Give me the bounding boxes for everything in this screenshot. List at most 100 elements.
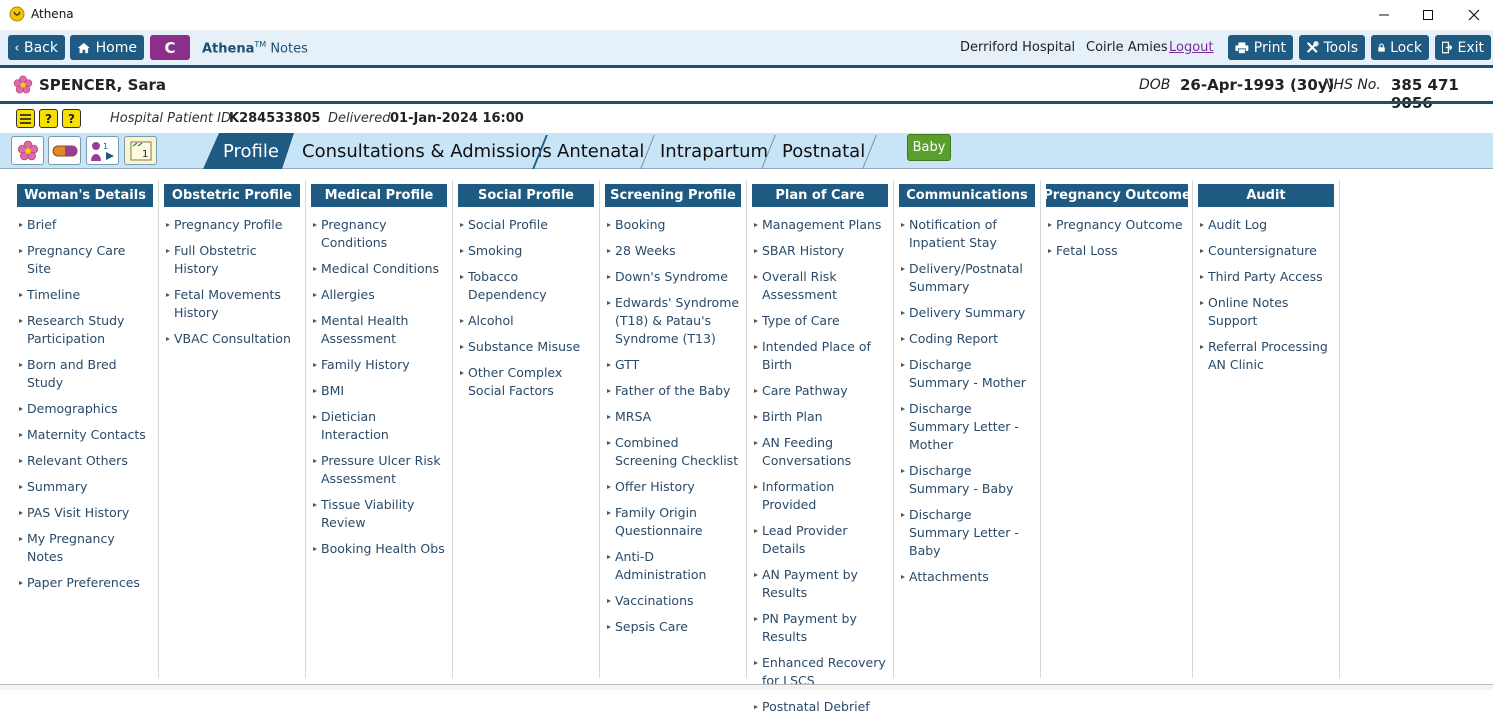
back-button[interactable]: Back (8, 35, 65, 60)
menu-item-link[interactable]: Pressure Ulcer Risk Assessment (311, 452, 447, 488)
menu-item-link[interactable]: Overall Risk Assessment (752, 268, 888, 304)
menu-item-link[interactable]: Coding Report (899, 330, 1035, 348)
menu-item-link[interactable]: GTT (605, 356, 741, 374)
menu-item-link[interactable]: Born and Bred Study (17, 356, 153, 392)
menu-item-link[interactable]: Third Party Access (1198, 268, 1334, 286)
menu-item-link[interactable]: Discharge Summary Letter - Mother (899, 400, 1035, 454)
menu-item-link[interactable]: Sepsis Care (605, 618, 741, 636)
exit-button[interactable]: Exit (1435, 35, 1491, 60)
tab-antenatal[interactable]: Antenatal (557, 133, 644, 169)
menu-item-link[interactable]: BMI (311, 382, 447, 400)
woman-profile-icon[interactable] (11, 136, 44, 165)
menu-item-link[interactable]: Edwards' Syndrome (T18) & Patau's Syndro… (605, 294, 741, 348)
menu-item-link[interactable]: Audit Log (1198, 216, 1334, 234)
tab-consultations-admissions[interactable]: Consultations & Admissions (302, 133, 552, 169)
menu-item-link[interactable]: Other Complex Social Factors (458, 364, 594, 400)
menu-item-link[interactable]: Allergies (311, 286, 447, 304)
menu-item-link[interactable]: Intended Place of Birth (752, 338, 888, 374)
menu-item-link[interactable]: Offer History (605, 478, 741, 496)
menu-item-link[interactable]: Notification of Inpatient Stay (899, 216, 1035, 252)
menu-item-link[interactable]: Delivery/Postnatal Summary (899, 260, 1035, 296)
menu-item-link[interactable]: Father of the Baby (605, 382, 741, 400)
menu-item-link[interactable]: Discharge Summary - Mother (899, 356, 1035, 392)
print-button[interactable]: Print (1228, 35, 1293, 60)
logout-link[interactable]: Logout (1169, 40, 1214, 55)
menu-item-link[interactable]: Pregnancy Conditions (311, 216, 447, 252)
tools-button[interactable]: Tools (1299, 35, 1365, 60)
notes-icon[interactable]: 1 (124, 136, 157, 165)
menu-item-link[interactable]: My Pregnancy Notes (17, 530, 153, 566)
menu-item-link[interactable]: Research Study Participation (17, 312, 153, 348)
menu-item-link[interactable]: Anti-D Administration (605, 548, 741, 584)
menu-item-link[interactable]: MRSA (605, 408, 741, 426)
menu-item-link[interactable]: Combined Screening Checklist (605, 434, 741, 470)
menu-item-link[interactable]: Discharge Summary - Baby (899, 462, 1035, 498)
menu-item-link[interactable]: Countersignature (1198, 242, 1334, 260)
menu-item-link[interactable]: Delivery Summary (899, 304, 1035, 322)
menu-item-link[interactable]: Lead Provider Details (752, 522, 888, 558)
menu-item-link[interactable]: Vaccinations (605, 592, 741, 610)
menu-item-link[interactable]: Booking (605, 216, 741, 234)
menu-item-link[interactable]: Care Pathway (752, 382, 888, 400)
help-icon[interactable]: ? (39, 109, 58, 128)
menu-item-link[interactable]: Summary (17, 478, 153, 496)
menu-item-link[interactable]: Birth Plan (752, 408, 888, 426)
tab-intrapartum[interactable]: Intrapartum (660, 133, 768, 169)
menu-item-link[interactable]: Smoking (458, 242, 594, 260)
menu-item-link[interactable]: Online Notes Support (1198, 294, 1334, 330)
medication-capsule-icon[interactable] (48, 136, 81, 165)
menu-item-link[interactable]: SBAR History (752, 242, 888, 260)
menu-item-link[interactable]: Demographics (17, 400, 153, 418)
list-alert-icon[interactable] (16, 109, 35, 128)
menu-item-link[interactable]: Management Plans (752, 216, 888, 234)
tab-postnatal[interactable]: Postnatal (782, 133, 865, 169)
menu-item-link[interactable]: Pregnancy Care Site (17, 242, 153, 278)
menu-item-link[interactable]: Tobacco Dependency (458, 268, 594, 304)
maximize-icon[interactable] (1405, 0, 1451, 30)
menu-item-link[interactable]: Alcohol (458, 312, 594, 330)
menu-item-link[interactable]: Type of Care (752, 312, 888, 330)
menu-item-link[interactable]: AN Feeding Conversations (752, 434, 888, 470)
menu-item-link[interactable]: Maternity Contacts (17, 426, 153, 444)
menu-item-link[interactable]: Postnatal Debrief (752, 698, 888, 716)
menu-item-link[interactable]: Fetal Movements History (164, 286, 300, 322)
menu-item-link[interactable]: Down's Syndrome (605, 268, 741, 286)
menu-item-link[interactable]: Information Provided (752, 478, 888, 514)
tab-profile[interactable]: Profile (203, 133, 294, 169)
menu-item-link[interactable]: Attachments (899, 568, 1035, 586)
mother-baby-icon[interactable]: 1 (86, 136, 119, 165)
menu-item-link[interactable]: Tissue Viability Review (311, 496, 447, 532)
menu-item-link[interactable]: AN Payment by Results (752, 566, 888, 602)
minimize-icon[interactable] (1361, 0, 1407, 30)
menu-item-link[interactable]: Fetal Loss (1046, 242, 1188, 260)
menu-item-link[interactable]: Family History (311, 356, 447, 374)
help-icon[interactable]: ? (62, 109, 81, 128)
home-button[interactable]: Home (70, 35, 144, 60)
menu-item-link[interactable]: Booking Health Obs (311, 540, 447, 558)
menu-item-link[interactable]: Brief (17, 216, 153, 234)
menu-item-link[interactable]: PAS Visit History (17, 504, 153, 522)
menu-item-link[interactable]: PN Payment by Results (752, 610, 888, 646)
menu-item-link[interactable]: Pregnancy Outcome (1046, 216, 1188, 234)
menu-item-link[interactable]: Mental Health Assessment (311, 312, 447, 348)
menu-item-link[interactable]: Family Origin Questionnaire (605, 504, 741, 540)
menu-item-link[interactable]: Discharge Summary Letter - Baby (899, 506, 1035, 560)
menu-item-link[interactable]: Substance Misuse (458, 338, 594, 356)
column-header: Social Profile (458, 184, 594, 207)
menu-item-link[interactable]: Social Profile (458, 216, 594, 234)
menu-item-link[interactable]: Paper Preferences (17, 574, 153, 592)
c-button[interactable]: C (150, 35, 190, 60)
lock-button[interactable]: Lock (1371, 35, 1429, 60)
menu-item-link[interactable]: VBAC Consultation (164, 330, 300, 348)
baby-button[interactable]: Baby (907, 134, 951, 161)
menu-item-link[interactable]: Pregnancy Profile (164, 216, 300, 234)
menu-item-link[interactable]: Dietician Interaction (311, 408, 447, 444)
menu-item-link[interactable]: Relevant Others (17, 452, 153, 470)
close-icon[interactable] (1451, 0, 1493, 30)
column-communications: Communications Notification of Inpatient… (899, 184, 1035, 594)
menu-item-link[interactable]: 28 Weeks (605, 242, 741, 260)
menu-item-link[interactable]: Timeline (17, 286, 153, 304)
menu-item-link[interactable]: Medical Conditions (311, 260, 447, 278)
menu-item-link[interactable]: Referral Processing AN Clinic (1198, 338, 1334, 374)
menu-item-link[interactable]: Full Obstetric History (164, 242, 300, 278)
